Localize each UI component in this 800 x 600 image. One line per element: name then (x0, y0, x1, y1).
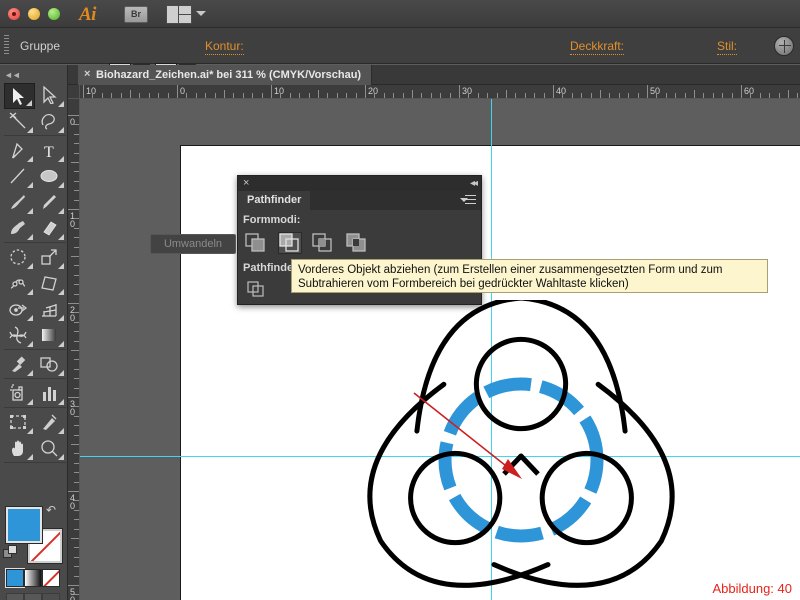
panel-menu-icon[interactable] (460, 195, 476, 206)
divide-button[interactable] (247, 281, 271, 303)
document-tab-label: Biohazard_Zeichen.ai* bei 311 % (CMYK/Vo… (96, 69, 362, 81)
illustrator-logo: Ai (79, 4, 96, 25)
minimize-window-button[interactable] (28, 8, 40, 20)
window-title-bar: Ai Br (0, 0, 800, 28)
tooltip-line-1: Vorderes Objekt abziehen (zum Erstellen … (298, 264, 723, 276)
bridge-button[interactable]: Br (124, 6, 148, 23)
zoom-window-button[interactable] (48, 8, 60, 20)
slice-tool[interactable] (35, 410, 66, 436)
pencil-tool[interactable] (35, 190, 66, 216)
tooltip: Vorderes Objekt abziehen (zum Erstellen … (291, 259, 768, 293)
close-window-button[interactable] (8, 8, 20, 20)
screen-mode-buttons (6, 593, 62, 600)
pathfinder-tab-row: Pathfinder (238, 191, 481, 210)
none-button[interactable] (42, 569, 60, 587)
pen-tool[interactable] (4, 138, 35, 164)
close-icon[interactable]: × (243, 177, 249, 190)
figure-caption: Abbildung: 40 (712, 581, 792, 596)
symbol-sprayer-tool[interactable] (4, 381, 35, 407)
full-screen-mode-button[interactable] (42, 593, 60, 600)
swap-fill-stroke-icon[interactable]: ↶ (46, 504, 60, 518)
svg-text:T: T (44, 144, 54, 159)
stroke-weight-label: Kontur: (205, 39, 244, 55)
opacity-label: Deckkraft: (570, 39, 625, 55)
tooltip-line-2: Subtrahieren vom Formbereich bei gedrück… (298, 278, 629, 290)
default-fill-stroke-icon[interactable] (3, 545, 19, 561)
type-tool[interactable]: T (35, 138, 66, 164)
eyedropper-tool[interactable] (4, 352, 35, 378)
tools-divider (4, 135, 66, 136)
color-mode-buttons (5, 568, 62, 588)
tools-panel-grip[interactable]: ◄◄ (4, 69, 64, 81)
tools-divider (4, 407, 66, 408)
width-tool[interactable] (4, 271, 35, 297)
tools-panel: ◄◄ T ↶ (0, 65, 68, 600)
artboard-tool[interactable] (4, 410, 35, 436)
collapse-panel-icon[interactable]: ◂◂ (470, 178, 478, 189)
exclude-button[interactable] (346, 233, 370, 255)
direct-selection-tool[interactable] (35, 83, 66, 109)
paintbrush-tool[interactable] (4, 190, 35, 216)
shape-modes-label: Formmodi: (243, 214, 301, 226)
document-tab[interactable]: × Biohazard_Zeichen.ai* bei 311 % (CMYK/… (78, 65, 373, 85)
close-icon[interactable]: × (84, 69, 93, 80)
document-tab-bar: × Biohazard_Zeichen.ai* bei 311 % (CMYK/… (68, 65, 800, 85)
tools-divider (4, 349, 66, 350)
minus-front-button[interactable] (278, 232, 302, 254)
hand-tool[interactable] (4, 436, 35, 462)
full-screen-with-menubar-button[interactable] (24, 593, 42, 600)
style-label: Stil: (717, 39, 738, 55)
perspective-grid-tool[interactable] (35, 297, 66, 323)
blob-brush-tool[interactable] (4, 216, 35, 242)
tools-divider (4, 242, 66, 243)
tab-pathfinder[interactable]: Pathfinder (238, 191, 311, 210)
chevron-down-icon[interactable] (196, 11, 206, 16)
mesh-tool[interactable] (4, 323, 35, 349)
line-segment-tool[interactable] (4, 164, 35, 190)
window-controls (8, 8, 60, 20)
unite-button[interactable] (245, 233, 269, 255)
gradient-button[interactable] (24, 569, 42, 587)
column-graph-tool[interactable] (35, 381, 66, 407)
selection-type-label: Gruppe (20, 39, 61, 53)
annotation-arrow (413, 392, 522, 479)
eraser-tool[interactable] (35, 216, 66, 242)
tools-divider (4, 378, 66, 379)
horizontal-ruler[interactable]: 10 0 10 20 30 40 50 60 (80, 85, 800, 99)
scale-tool[interactable] (35, 245, 66, 271)
selection-tool[interactable] (4, 83, 35, 109)
pathfinder-panel-titlebar[interactable]: × ◂◂ (238, 176, 481, 191)
document-setup-icon[interactable] (774, 36, 794, 56)
fill-color-swatch[interactable] (5, 506, 43, 544)
blend-tool[interactable] (35, 352, 66, 378)
control-bar: Gruppe Kontur: Einfach Deckkraft: (0, 28, 800, 85)
magic-wand-tool[interactable] (4, 109, 35, 135)
intersect-button[interactable] (312, 233, 336, 255)
lasso-tool[interactable] (35, 109, 66, 135)
fill-stroke-control: ↶ (3, 504, 63, 564)
control-bar-grip[interactable] (4, 35, 9, 56)
arrange-documents-icon[interactable] (166, 5, 192, 24)
color-button[interactable] (5, 568, 25, 588)
expand-button[interactable]: Umwandeln (150, 234, 236, 254)
rotate-tool[interactable] (4, 245, 35, 271)
zoom-tool[interactable] (35, 436, 66, 462)
gradient-tool[interactable] (35, 323, 66, 349)
shape-builder-tool[interactable] (4, 297, 35, 323)
ruler-corner[interactable] (68, 85, 80, 99)
tools-divider (4, 462, 66, 463)
ellipse-tool[interactable] (35, 164, 66, 190)
free-transform-tool[interactable] (35, 271, 66, 297)
illustrator-window: Ai Br Gruppe Kontur: Deckkraft: Stil: × … (0, 0, 800, 600)
normal-screen-mode-button[interactable] (6, 593, 24, 600)
vertical-ruler[interactable]: 01020304050 (68, 99, 80, 600)
